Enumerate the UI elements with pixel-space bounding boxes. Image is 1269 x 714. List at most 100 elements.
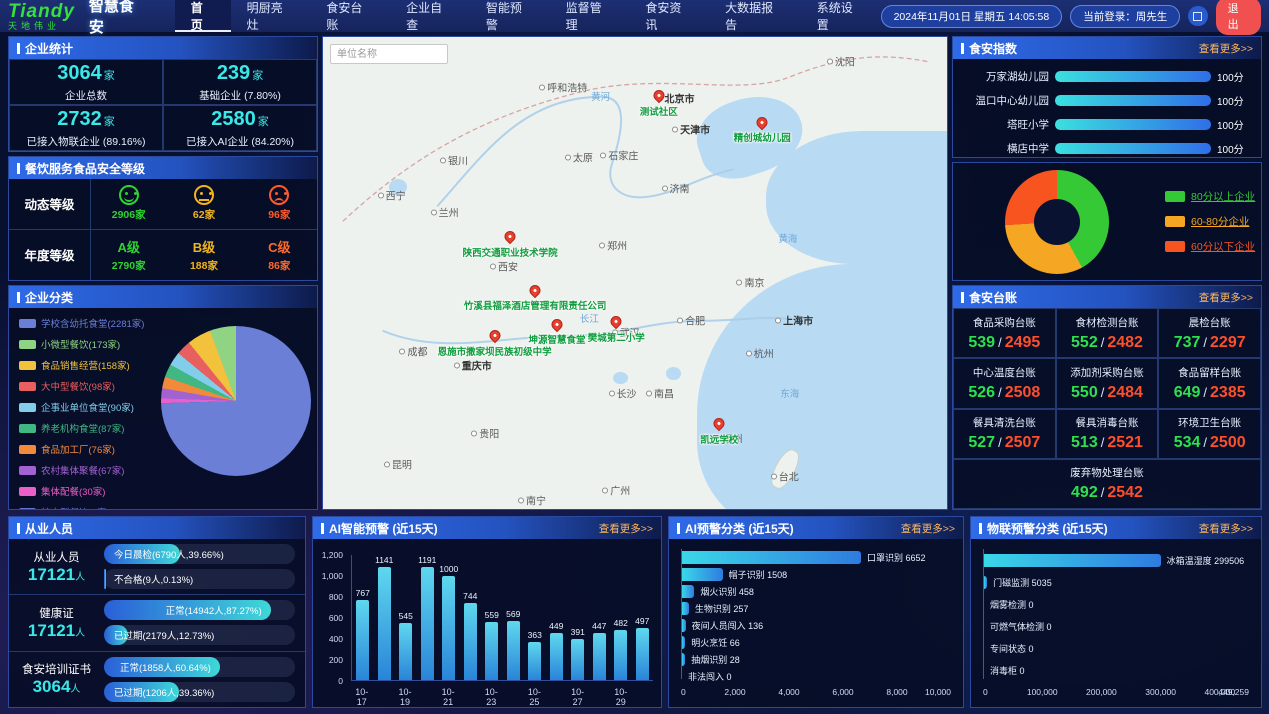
x-axis-labels: 10-1710-1910-2110-2310-2510-2710-29 bbox=[351, 687, 653, 701]
bar-value-label: 447 bbox=[592, 621, 606, 631]
nav-item-5[interactable]: 监督管理 bbox=[550, 0, 630, 32]
hbar-label: 口罩识别 6652 bbox=[867, 551, 926, 564]
x-tick-label: 10-29 bbox=[610, 687, 632, 701]
legend-swatch bbox=[19, 382, 36, 391]
bar-group-10: 391 bbox=[567, 555, 589, 680]
map-lines bbox=[323, 37, 947, 509]
nav-item-3[interactable]: 企业自查 bbox=[390, 0, 470, 32]
panel-food-safety-index: 食安指数 查看更多>> 万家湖幼儿园100分温口中心幼儿园100分塔旺小学100… bbox=[952, 36, 1262, 158]
ledger-total-count: 2542 bbox=[1107, 484, 1143, 501]
personnel-value: 3064人 bbox=[9, 677, 104, 697]
index-name: 万家湖幼儿园 bbox=[957, 69, 1049, 84]
map-city-label: 重庆市 bbox=[454, 358, 492, 373]
bar bbox=[636, 628, 649, 680]
panel-personnel: 从业人员 从业人员17121人今日晨检(6790人,39.66%)不合格(9人,… bbox=[8, 516, 306, 708]
nav-item-4[interactable]: 智能预警 bbox=[470, 0, 550, 32]
legend-label: 学校含幼托食堂(2281家) bbox=[41, 316, 144, 330]
map-marker-label: 陕西交通职业技术学院 bbox=[463, 245, 558, 259]
grade-count: 2906家 bbox=[112, 207, 146, 222]
ledger-values: 649/2385 bbox=[1174, 384, 1246, 402]
map-city-label: 银川 bbox=[440, 152, 468, 167]
index-bar-track bbox=[1055, 143, 1211, 154]
ledger-cell-7: 餐具消毒台账513/2521 bbox=[1056, 409, 1159, 459]
hbar-row-3: 可燃气体检测 0 bbox=[984, 615, 1249, 637]
smile-face-icon bbox=[119, 185, 139, 205]
view-more-link[interactable]: 查看更多>> bbox=[1199, 521, 1253, 536]
plot-area: 口罩识别 6652帽子识别 1508烟火识别 458生物识别 257夜间人员闯入… bbox=[681, 549, 951, 679]
map-water-label: 黄海 bbox=[778, 231, 797, 245]
index-bar-track bbox=[1055, 71, 1211, 82]
bar bbox=[356, 600, 369, 680]
x-tick-label: 6,000 bbox=[832, 687, 853, 697]
hbar-fill bbox=[682, 585, 694, 598]
hbar-fill bbox=[682, 653, 685, 666]
bar-value-label: 559 bbox=[485, 610, 499, 620]
nav-item-2[interactable]: 食安台账 bbox=[310, 0, 390, 32]
legend-item-5: 养老机构食堂(87家) bbox=[19, 421, 144, 435]
grade-rows: 动态等级2906家62家96家年度等级A级2790家B级188家C级86家 bbox=[9, 179, 317, 280]
y-axis: 02004006008001,0001,200 bbox=[313, 555, 347, 681]
view-more-link[interactable]: 查看更多>> bbox=[901, 521, 955, 536]
ledger-total-count: 2500 bbox=[1210, 434, 1246, 451]
view-more-link[interactable]: 查看更多>> bbox=[599, 521, 653, 536]
personnel-bar-fill: 正常(14942人,87.27%) bbox=[104, 600, 271, 620]
map-city-label: 沈阳 bbox=[827, 53, 855, 68]
panel-iot-alert-categories: 物联预警分类 (近15天) 查看更多>> 冰箱温湿度 299506门磁监测 50… bbox=[970, 516, 1262, 708]
panel-header: 企业统计 bbox=[9, 37, 317, 59]
index-score: 100分 bbox=[1217, 117, 1253, 132]
bar bbox=[442, 576, 455, 680]
map-city-label: 昆明 bbox=[384, 457, 412, 472]
fullscreen-button[interactable] bbox=[1188, 6, 1207, 26]
legend-label: 集体配餐(30家) bbox=[41, 484, 105, 498]
ledger-done-count: 649 bbox=[1174, 384, 1201, 401]
personnel-value: 17121人 bbox=[9, 621, 104, 641]
map-city-label: 广州 bbox=[602, 483, 630, 498]
bar bbox=[464, 603, 477, 681]
y-tick-label: 1,200 bbox=[322, 550, 343, 560]
legend-label: 食品加工厂(76家) bbox=[41, 442, 115, 456]
y-tick-label: 1,000 bbox=[322, 571, 343, 581]
view-more-link[interactable]: 查看更多>> bbox=[1199, 41, 1253, 56]
legend-label: 大中型餐饮(98家) bbox=[41, 379, 115, 393]
view-more-link[interactable]: 查看更多>> bbox=[1199, 290, 1253, 305]
ledger-label: 环境卫生台账 bbox=[1178, 415, 1241, 430]
index-rows: 万家湖幼儿园100分温口中心幼儿园100分塔旺小学100分横店中学100分汉南小… bbox=[953, 59, 1261, 158]
index-row-0: 万家湖幼儿园100分 bbox=[957, 69, 1253, 84]
ledger-cell-0: 食品采购台账539/2495 bbox=[953, 308, 1056, 358]
personnel-side: 健康证17121人 bbox=[9, 605, 104, 641]
bar-group-11: 447 bbox=[589, 555, 611, 680]
score-donut-chart bbox=[1005, 170, 1109, 274]
nav-item-6[interactable]: 食安资讯 bbox=[629, 0, 709, 32]
iot-categories-chart: 冰箱温湿度 299506门磁监测 5035烟雾检测 0可燃气体检测 0专间状态 … bbox=[971, 539, 1261, 707]
map-city-label: 济南 bbox=[662, 181, 690, 196]
nav-item-7[interactable]: 大数据报告 bbox=[709, 0, 801, 32]
hbar-row-3: 生物识别 257 bbox=[682, 600, 951, 617]
plot-area: 7671141545119110007445595693634493914474… bbox=[351, 555, 653, 681]
nav-item-8[interactable]: 系统设置 bbox=[801, 0, 881, 32]
nav-item-1[interactable]: 明厨亮灶 bbox=[231, 0, 311, 32]
bar-group-9: 449 bbox=[546, 555, 568, 680]
personnel-bar-text: 已过期(1206人,39.36%) bbox=[114, 685, 214, 699]
legend-swatch bbox=[19, 340, 36, 349]
personnel-number: 17121 bbox=[28, 621, 75, 640]
ledger-values: 492/2542 bbox=[1071, 484, 1143, 502]
bar-group-5: 744 bbox=[460, 555, 482, 680]
app-title: 智慧食安 bbox=[89, 0, 149, 37]
ledger-total-count: 2385 bbox=[1210, 384, 1246, 401]
logout-button[interactable]: 退出 bbox=[1216, 0, 1261, 35]
personnel-bar-text: 不合格(9人,0.13%) bbox=[114, 572, 193, 586]
grade-letter: A级 bbox=[117, 237, 139, 256]
stat-number: 2732 bbox=[57, 108, 102, 130]
personnel-bar-text: 正常(1858人,60.64%) bbox=[120, 660, 220, 674]
nav-item-0[interactable]: 首页 bbox=[175, 0, 231, 32]
map-search-input[interactable] bbox=[330, 44, 448, 64]
stat-value: 2580家 bbox=[211, 108, 269, 131]
ledger-label: 餐具清洗台账 bbox=[973, 415, 1036, 430]
bar-group-8: 363 bbox=[524, 555, 546, 680]
map-marker-label: 凯远学校 bbox=[700, 432, 738, 446]
donut-hole bbox=[1034, 199, 1080, 245]
personnel-unit: 人 bbox=[75, 628, 85, 639]
hbar-row-5: 消毒柜 0 bbox=[984, 659, 1249, 681]
map-water-label: 黄河 bbox=[591, 89, 610, 103]
bar-group-4: 1000 bbox=[438, 555, 460, 680]
